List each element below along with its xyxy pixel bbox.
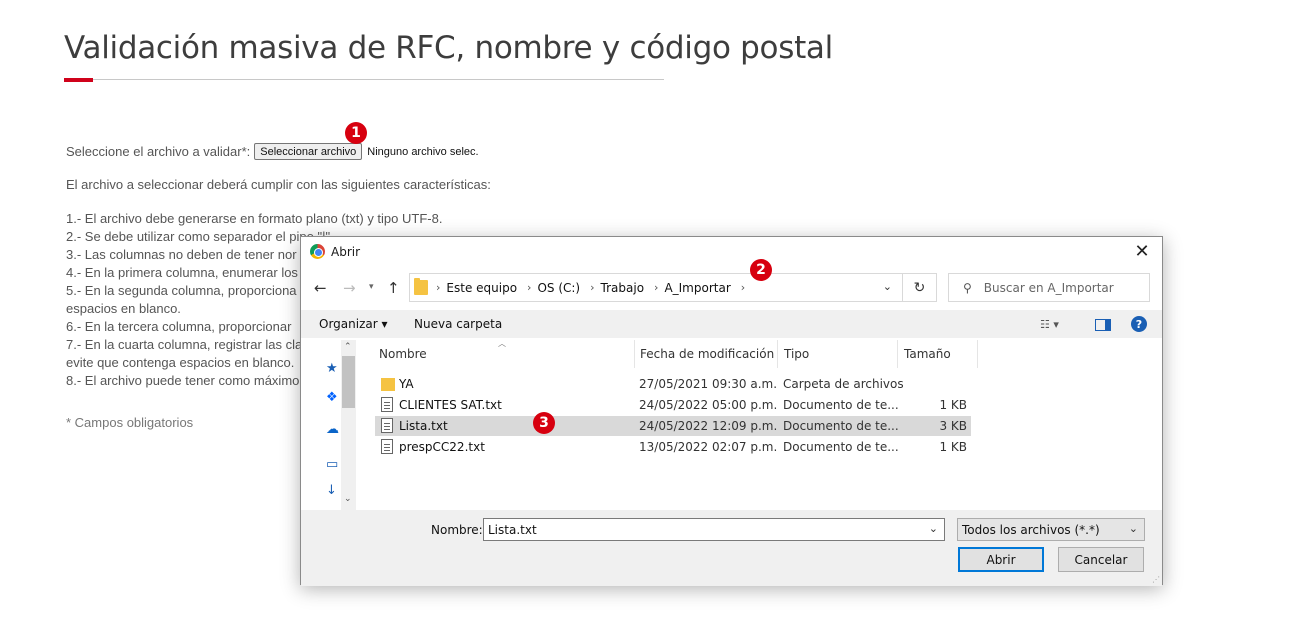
no-file-selected-text: Ninguno archivo selec. (367, 145, 479, 158)
breadcrumb-item[interactable]: OS (C:) (537, 281, 580, 295)
step-badge-2: 2 (750, 259, 772, 281)
onedrive-cloud-icon[interactable]: ☁ (326, 422, 341, 437)
chrome-icon (310, 244, 325, 259)
file-type-select[interactable]: Todos los archivos (*.*) ⌄ (957, 518, 1145, 541)
filename-label: Nombre: (431, 523, 483, 537)
help-icon[interactable]: ? (1131, 316, 1147, 332)
file-date: 24/05/2022 12:09 p.m. (639, 419, 778, 433)
folder-icon (414, 278, 428, 295)
breadcrumb-separator: › (740, 281, 746, 294)
required-fields-note: * Campos obligatorios (66, 415, 194, 430)
filename-value: Lista.txt (488, 522, 537, 537)
column-header-type[interactable]: Tipo (778, 340, 898, 368)
cancel-button[interactable]: Cancelar (1058, 547, 1144, 572)
page-title: Validación masiva de RFC, nombre y códig… (64, 30, 833, 66)
title-divider (64, 79, 664, 80)
file-name: prespCC22.txt (399, 440, 485, 454)
dialog-title: Abrir (331, 245, 361, 259)
file-date: 27/05/2021 09:30 a.m. (639, 377, 778, 391)
file-type-value: Todos los archivos (*.*) (962, 523, 1100, 537)
search-placeholder: Buscar en A_Importar (983, 280, 1114, 295)
dropbox-icon[interactable]: ❖ (326, 390, 341, 405)
dialog-footer: Nombre: Lista.txt ⌄ Todos los archivos (… (301, 510, 1162, 586)
breadcrumb-separator: › (527, 281, 532, 294)
preview-pane-icon[interactable] (1095, 319, 1111, 331)
folder-icon (381, 378, 395, 391)
breadcrumb-separator: › (436, 281, 441, 294)
file-type: Carpeta de archivos (783, 377, 904, 391)
search-input[interactable]: ⚲ Buscar en A_Importar (948, 273, 1150, 302)
requirement-item: 1.- El archivo debe generarse en formato… (66, 211, 443, 226)
step-badge-1: 1 (345, 122, 367, 144)
file-row-selected[interactable]: Lista.txt 24/05/2022 12:09 p.m. Document… (375, 416, 971, 436)
recent-locations-chevron-icon[interactable]: ▾ (369, 282, 374, 292)
chevron-down-icon[interactable]: ⌄ (883, 280, 892, 293)
file-row[interactable]: prespCC22.txt 13/05/2022 02:07 p.m. Docu… (375, 437, 971, 457)
file-row[interactable]: YA 27/05/2021 09:30 a.m. Carpeta de arch… (375, 374, 971, 394)
view-options-icon[interactable]: ☷ ▾ (1040, 318, 1059, 331)
organize-menu[interactable]: Organizar ▾ (319, 317, 388, 331)
file-name: YA (399, 377, 414, 391)
breadcrumb-item[interactable]: Este equipo (446, 281, 517, 295)
breadcrumb-separator: › (590, 281, 595, 294)
column-header-name[interactable]: Nombre (373, 340, 635, 368)
file-select-label: Seleccione el archivo a validar*: (66, 144, 251, 159)
file-row[interactable]: CLIENTES SAT.txt 24/05/2022 05:00 p.m. D… (375, 395, 971, 415)
file-size: 3 KB (939, 419, 967, 433)
dialog-titlebar[interactable]: Abrir ✕ (301, 237, 1162, 267)
chevron-down-icon[interactable]: ⌄ (929, 522, 938, 535)
text-file-icon (381, 439, 393, 454)
up-arrow-icon[interactable]: ↑ (387, 279, 400, 297)
file-date: 13/05/2022 02:07 p.m. (639, 440, 778, 454)
quick-access-star-icon[interactable]: ★ (326, 361, 341, 376)
column-header-date[interactable]: Fecha de modificación (634, 340, 778, 368)
this-pc-icon[interactable]: ▭ (326, 457, 341, 472)
new-folder-button[interactable]: Nueva carpeta (414, 317, 502, 331)
title-accent-bar (64, 78, 93, 82)
navigation-bar: ← → ▾ ↑ › Este equipo › OS (C:) › Trabaj… (301, 273, 1162, 303)
resize-grip-icon[interactable]: ⋰ (1152, 575, 1160, 584)
step-badge-3: 3 (533, 412, 555, 434)
breadcrumb-item[interactable]: Trabajo (601, 281, 645, 295)
select-file-button[interactable]: Seleccionar archivo (254, 143, 363, 160)
scroll-thumb[interactable] (342, 356, 355, 408)
breadcrumb-separator: › (654, 281, 659, 294)
file-type: Documento de te... (783, 398, 899, 412)
scroll-up-icon[interactable]: ⌃ (344, 342, 352, 352)
file-list: ︿ Nombre Fecha de modificación Tipo Tama… (358, 339, 1164, 510)
downloads-arrow-icon[interactable]: ↓ (326, 483, 341, 498)
breadcrumb-item[interactable]: A_Importar (664, 281, 730, 295)
column-header-size[interactable]: Tamaño (898, 340, 978, 368)
text-file-icon (381, 397, 393, 412)
file-size: 1 KB (939, 398, 967, 412)
file-date: 24/05/2022 05:00 p.m. (639, 398, 778, 412)
file-size: 1 KB (939, 440, 967, 454)
file-name: CLIENTES SAT.txt (399, 398, 502, 412)
forward-arrow-icon[interactable]: → (343, 279, 356, 297)
requirements-intro: El archivo a seleccionar deberá cumplir … (66, 177, 491, 192)
search-icon: ⚲ (963, 280, 972, 295)
chevron-down-icon[interactable]: ⌄ (1129, 522, 1138, 535)
text-file-icon (381, 418, 393, 433)
refresh-icon[interactable]: ↻ (903, 273, 937, 302)
scroll-down-icon[interactable]: ⌄ (344, 494, 352, 504)
file-type: Documento de te... (783, 419, 899, 433)
file-type: Documento de te... (783, 440, 899, 454)
dialog-toolbar: Organizar ▾ Nueva carpeta ☷ ▾ ? (301, 310, 1162, 338)
open-file-dialog: Abrir ✕ ← → ▾ ↑ › Este equipo › OS (C:) … (300, 236, 1164, 586)
back-arrow-icon[interactable]: ← (314, 279, 327, 297)
navigation-scrollbar[interactable]: ⌃ ⌄ (341, 340, 356, 510)
file-name: Lista.txt (399, 419, 448, 433)
address-bar[interactable]: › Este equipo › OS (C:) › Trabajo › A_Im… (409, 273, 903, 302)
filename-input[interactable]: Lista.txt ⌄ (483, 518, 945, 541)
file-select-row: Seleccione el archivo a validar*: Selecc… (66, 143, 479, 160)
open-button[interactable]: Abrir (958, 547, 1044, 572)
close-icon[interactable]: ✕ (1132, 241, 1152, 262)
